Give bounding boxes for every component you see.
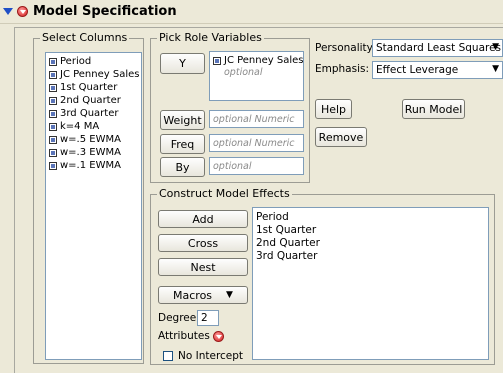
column-name: k=4 MA	[60, 121, 100, 132]
personality-label: Personality:	[315, 42, 376, 54]
freq-role-field[interactable]: optional Numeric	[209, 134, 304, 152]
effect-list-item[interactable]: Period	[256, 211, 488, 224]
column-name: 3rd Quarter	[60, 108, 119, 119]
chevron-down-icon: ▼	[226, 290, 233, 300]
macros-label: Macros	[173, 288, 213, 302]
column-icon	[49, 83, 57, 92]
column-name: w=.3 EWMA	[60, 147, 121, 158]
column-list-item[interactable]: k=4 MA	[49, 120, 141, 133]
add-button[interactable]: Add	[158, 210, 248, 228]
macros-button[interactable]: Macros ▼	[158, 286, 248, 304]
chevron-down-icon: ▼	[492, 64, 499, 74]
weight-role-button[interactable]: Weight	[160, 110, 205, 130]
column-list-item[interactable]: w=.1 EWMA	[49, 159, 141, 172]
effect-list-item[interactable]: 1st Quarter	[256, 224, 488, 237]
column-icon	[49, 57, 57, 66]
column-name: Period	[60, 56, 92, 67]
title-bar: Model Specification	[0, 0, 503, 24]
column-list-item[interactable]: JC Penney Sales	[49, 68, 141, 81]
disclosure-triangle-icon[interactable]	[3, 8, 13, 15]
nest-button[interactable]: Nest	[158, 258, 248, 276]
effect-list-item[interactable]: 2nd Quarter	[256, 237, 488, 250]
column-name: w=.1 EWMA	[60, 160, 121, 171]
red-triangle-menu-icon[interactable]	[17, 6, 28, 17]
degree-label: Degree	[158, 312, 197, 324]
column-list-item[interactable]: w=.3 EWMA	[49, 146, 141, 159]
list-item[interactable]: JC Penney Sales	[213, 54, 304, 67]
personality-select[interactable]: Standard Least Squares ▼	[372, 39, 503, 57]
page-title: Model Specification	[33, 4, 177, 19]
help-button[interactable]: Help	[315, 99, 352, 119]
personality-value: Standard Least Squares	[376, 42, 502, 54]
effects-list[interactable]: Period 1st Quarter 2nd Quarter 3rd Quarter	[252, 207, 489, 360]
remove-button[interactable]: Remove	[315, 127, 367, 147]
no-intercept-row[interactable]: No Intercept	[163, 350, 243, 362]
run-model-button[interactable]: Run Model	[402, 99, 465, 119]
attributes-row[interactable]: Attributes	[158, 330, 224, 342]
freq-role-button[interactable]: Freq	[160, 134, 205, 154]
select-columns-group: Select Columns Period JC Penney Sales 1st …	[33, 31, 144, 364]
column-icon	[213, 56, 221, 65]
select-columns-legend: Select Columns	[40, 31, 130, 44]
weight-role-field[interactable]: optional Numeric	[209, 110, 304, 128]
emphasis-select[interactable]: Effect Leverage ▼	[372, 61, 503, 79]
column-list-item[interactable]: 2nd Quarter	[49, 94, 141, 107]
column-list-item[interactable]: Period	[49, 55, 141, 68]
y-role-value: JC Penney Sales	[224, 55, 304, 66]
column-list-item[interactable]: 1st Quarter	[49, 81, 141, 94]
column-list-item[interactable]: 3rd Quarter	[49, 107, 141, 120]
column-icon	[49, 148, 57, 157]
y-role-button[interactable]: Y	[160, 53, 205, 74]
construct-effects-legend: Construct Model Effects	[157, 187, 292, 200]
by-role-field[interactable]: optional	[209, 157, 304, 175]
column-name: 2nd Quarter	[60, 95, 121, 106]
y-role-list[interactable]: JC Penney Sales optional	[209, 51, 304, 101]
column-list-item[interactable]: w=.5 EWMA	[49, 133, 141, 146]
column-icon	[49, 135, 57, 144]
column-icon	[49, 70, 57, 79]
column-icon	[49, 96, 57, 105]
column-name: JC Penney Sales	[60, 69, 140, 80]
column-icon	[49, 109, 57, 118]
red-triangle-menu-icon[interactable]	[212, 330, 224, 342]
degree-input[interactable]: 2	[197, 310, 219, 326]
column-icon	[49, 161, 57, 170]
column-list[interactable]: Period JC Penney Sales 1st Quarter 2nd Quar…	[45, 52, 142, 360]
effect-list-item[interactable]: 3rd Quarter	[256, 250, 488, 263]
no-intercept-checkbox[interactable]	[163, 351, 173, 361]
emphasis-label: Emphasis:	[315, 63, 370, 75]
pick-role-legend: Pick Role Variables	[157, 31, 264, 44]
no-intercept-label: No Intercept	[178, 350, 244, 362]
y-role-placeholder: optional	[224, 67, 263, 78]
column-name: w=.5 EWMA	[60, 134, 121, 145]
attributes-label: Attributes	[158, 330, 210, 342]
cross-button[interactable]: Cross	[158, 234, 248, 252]
by-role-button[interactable]: By	[160, 157, 205, 177]
column-icon	[49, 122, 57, 131]
emphasis-value: Effect Leverage	[376, 64, 459, 76]
chevron-down-icon: ▼	[492, 42, 499, 52]
column-name: 1st Quarter	[60, 82, 118, 93]
